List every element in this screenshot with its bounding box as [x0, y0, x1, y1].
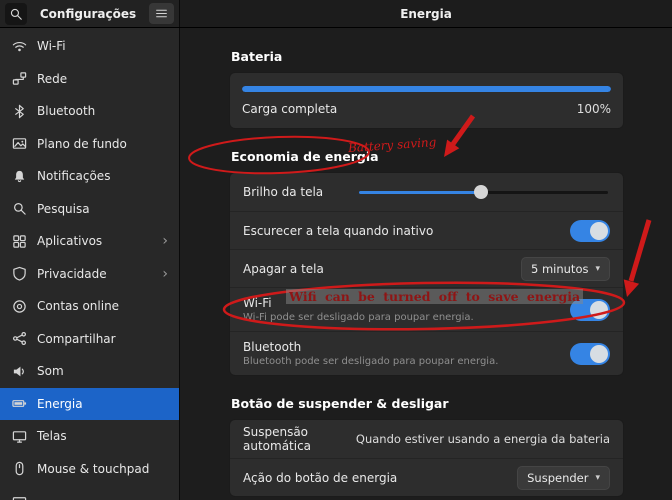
battery-charge-row: Carga completa 100% [230, 92, 623, 128]
power-button-label: Ação do botão de energia [243, 470, 398, 485]
sidebar-item-label: Bluetooth [37, 104, 96, 119]
sidebar-item-pesquisa[interactable]: Pesquisa [0, 193, 179, 226]
headerbar: Configurações Energia [0, 0, 672, 28]
wifi-row: Wi-Fi Wi-Fi pode ser desligado para poup… [230, 287, 623, 331]
menu-button[interactable] [149, 3, 174, 24]
battery-card: Carga completa 100% [229, 72, 624, 129]
display-icon [11, 428, 27, 444]
sidebar-item-rede[interactable]: Rede [0, 63, 179, 96]
sidebar-item-som[interactable]: Som [0, 355, 179, 388]
bluetooth-row: Bluetooth Bluetooth pode ser desligado p… [230, 331, 623, 375]
dim-screen-label: Escurecer a tela quando inativo [243, 223, 434, 238]
charge-label: Carga completa [242, 102, 338, 116]
page-title: Energia [400, 6, 452, 21]
background-icon [11, 136, 27, 152]
sidebar-item-notificacoes[interactable]: Notificações [0, 160, 179, 193]
blank-screen-row: Apagar a tela 5 minutos ▾ [230, 249, 623, 287]
sidebar-item-label: Energia [37, 396, 83, 411]
sidebar-item-energia[interactable]: Energia [0, 387, 179, 420]
auto-suspend-row[interactable]: Suspensão automática Quando estiver usan… [230, 420, 623, 458]
bell-icon [11, 168, 27, 184]
search-button[interactable] [5, 2, 27, 25]
hamburger-icon [156, 9, 167, 18]
mouse-icon [11, 461, 27, 477]
sidebar-item-label: Privacidade [37, 266, 107, 281]
sidebar-item-label: Pesquisa [37, 201, 90, 216]
brightness-label: Brilho da tela [243, 185, 324, 199]
section-title-suspend: Botão de suspender & desligar [231, 396, 449, 411]
brightness-slider-knob[interactable] [474, 185, 489, 199]
sidebar-item-label: Notificações [37, 169, 111, 184]
section-title-power-saving: Economia de energia [231, 149, 379, 164]
sidebar-item-wifi[interactable]: Wi-Fi [0, 30, 179, 63]
battery-progress [230, 73, 623, 92]
search-icon [10, 8, 22, 20]
sidebar-item-bluetooth[interactable]: Bluetooth [0, 95, 179, 128]
sidebar-item-label: Compartilhar [37, 331, 116, 346]
sidebar-item-plano-de-fundo[interactable]: Plano de fundo [0, 128, 179, 161]
dim-screen-toggle[interactable] [570, 219, 610, 242]
bluetooth-icon [11, 103, 27, 119]
sidebar-item-label: Wi-Fi [37, 39, 66, 54]
bluetooth-toggle[interactable] [570, 342, 610, 365]
blank-screen-label: Apagar a tela [243, 261, 324, 276]
sidebar-item-label: Rede [37, 71, 68, 86]
sidebar-item-compartilhar[interactable]: Compartilhar [0, 323, 179, 356]
online-accounts-icon [11, 298, 27, 314]
sidebar-item-label: Contas online [37, 299, 120, 314]
sidebar-item-partial[interactable] [0, 485, 179, 500]
share-icon [11, 331, 27, 347]
power-button-dropdown[interactable]: Suspender ▾ [517, 465, 610, 490]
shield-icon [11, 266, 27, 282]
bluetooth-label: Bluetooth [243, 340, 302, 354]
sidebar-item-label: Mouse & touchpad [37, 461, 150, 476]
auto-suspend-value: Quando estiver usando a energia da bater… [355, 432, 610, 446]
wifi-icon [11, 38, 27, 54]
power-button-value: Suspender [527, 470, 589, 485]
sidebar-item-label: Telas [37, 429, 67, 444]
sidebar: Wi-Fi Rede Bluetooth Plano de fundo Noti… [0, 28, 180, 500]
sidebar-item-aplicativos[interactable]: Aplicativos › [0, 225, 179, 258]
page-header: Energia [180, 0, 672, 27]
chevron-right-icon: › [162, 265, 168, 282]
apps-grid-icon [11, 233, 27, 249]
caret-down-icon: ▾ [595, 472, 600, 483]
network-icon [11, 71, 27, 87]
sidebar-header: Configurações [0, 0, 180, 27]
auto-suspend-label: Suspensão automática [243, 425, 312, 453]
battery-icon [11, 396, 27, 412]
wifi-label: Wi-Fi [243, 296, 272, 310]
wifi-subtitle: Wi-Fi pode ser desligado para poupar ene… [243, 312, 474, 323]
sidebar-item-label: Plano de fundo [37, 136, 127, 151]
search-icon [11, 201, 27, 217]
sidebar-item-label: Som [37, 364, 64, 379]
sidebar-item-label: Aplicativos [37, 234, 103, 249]
blank-screen-dropdown[interactable]: 5 minutos ▾ [520, 256, 610, 281]
suspend-card: Suspensão automática Quando estiver usan… [229, 419, 624, 497]
power-saving-card: Brilho da tela Escurecer a tela quando i… [229, 172, 624, 376]
power-button-row: Ação do botão de energia Suspender ▾ [230, 458, 623, 496]
caret-down-icon: ▾ [595, 263, 600, 274]
speaker-icon [11, 363, 27, 379]
section-title-battery: Bateria [231, 49, 283, 64]
sidebar-item-privacidade[interactable]: Privacidade › [0, 258, 179, 291]
main-panel: Bateria Carga completa 100% Economia de … [181, 29, 672, 500]
sidebar-item-mouse-touchpad[interactable]: Mouse & touchpad [0, 453, 179, 486]
keyboard-icon [11, 493, 27, 500]
wifi-toggle[interactable] [570, 298, 610, 321]
brightness-slider[interactable] [359, 185, 608, 199]
charge-percent: 100% [576, 102, 611, 116]
sidebar-item-contas-online[interactable]: Contas online [0, 290, 179, 323]
app-title: Configurações [39, 6, 137, 21]
brightness-row: Brilho da tela [230, 173, 623, 211]
chevron-right-icon: › [162, 233, 168, 250]
dim-screen-row: Escurecer a tela quando inativo [230, 211, 623, 249]
sidebar-item-telas[interactable]: Telas [0, 420, 179, 453]
bluetooth-subtitle: Bluetooth pode ser desligado para poupar… [243, 356, 499, 367]
blank-screen-value: 5 minutos [530, 261, 589, 276]
